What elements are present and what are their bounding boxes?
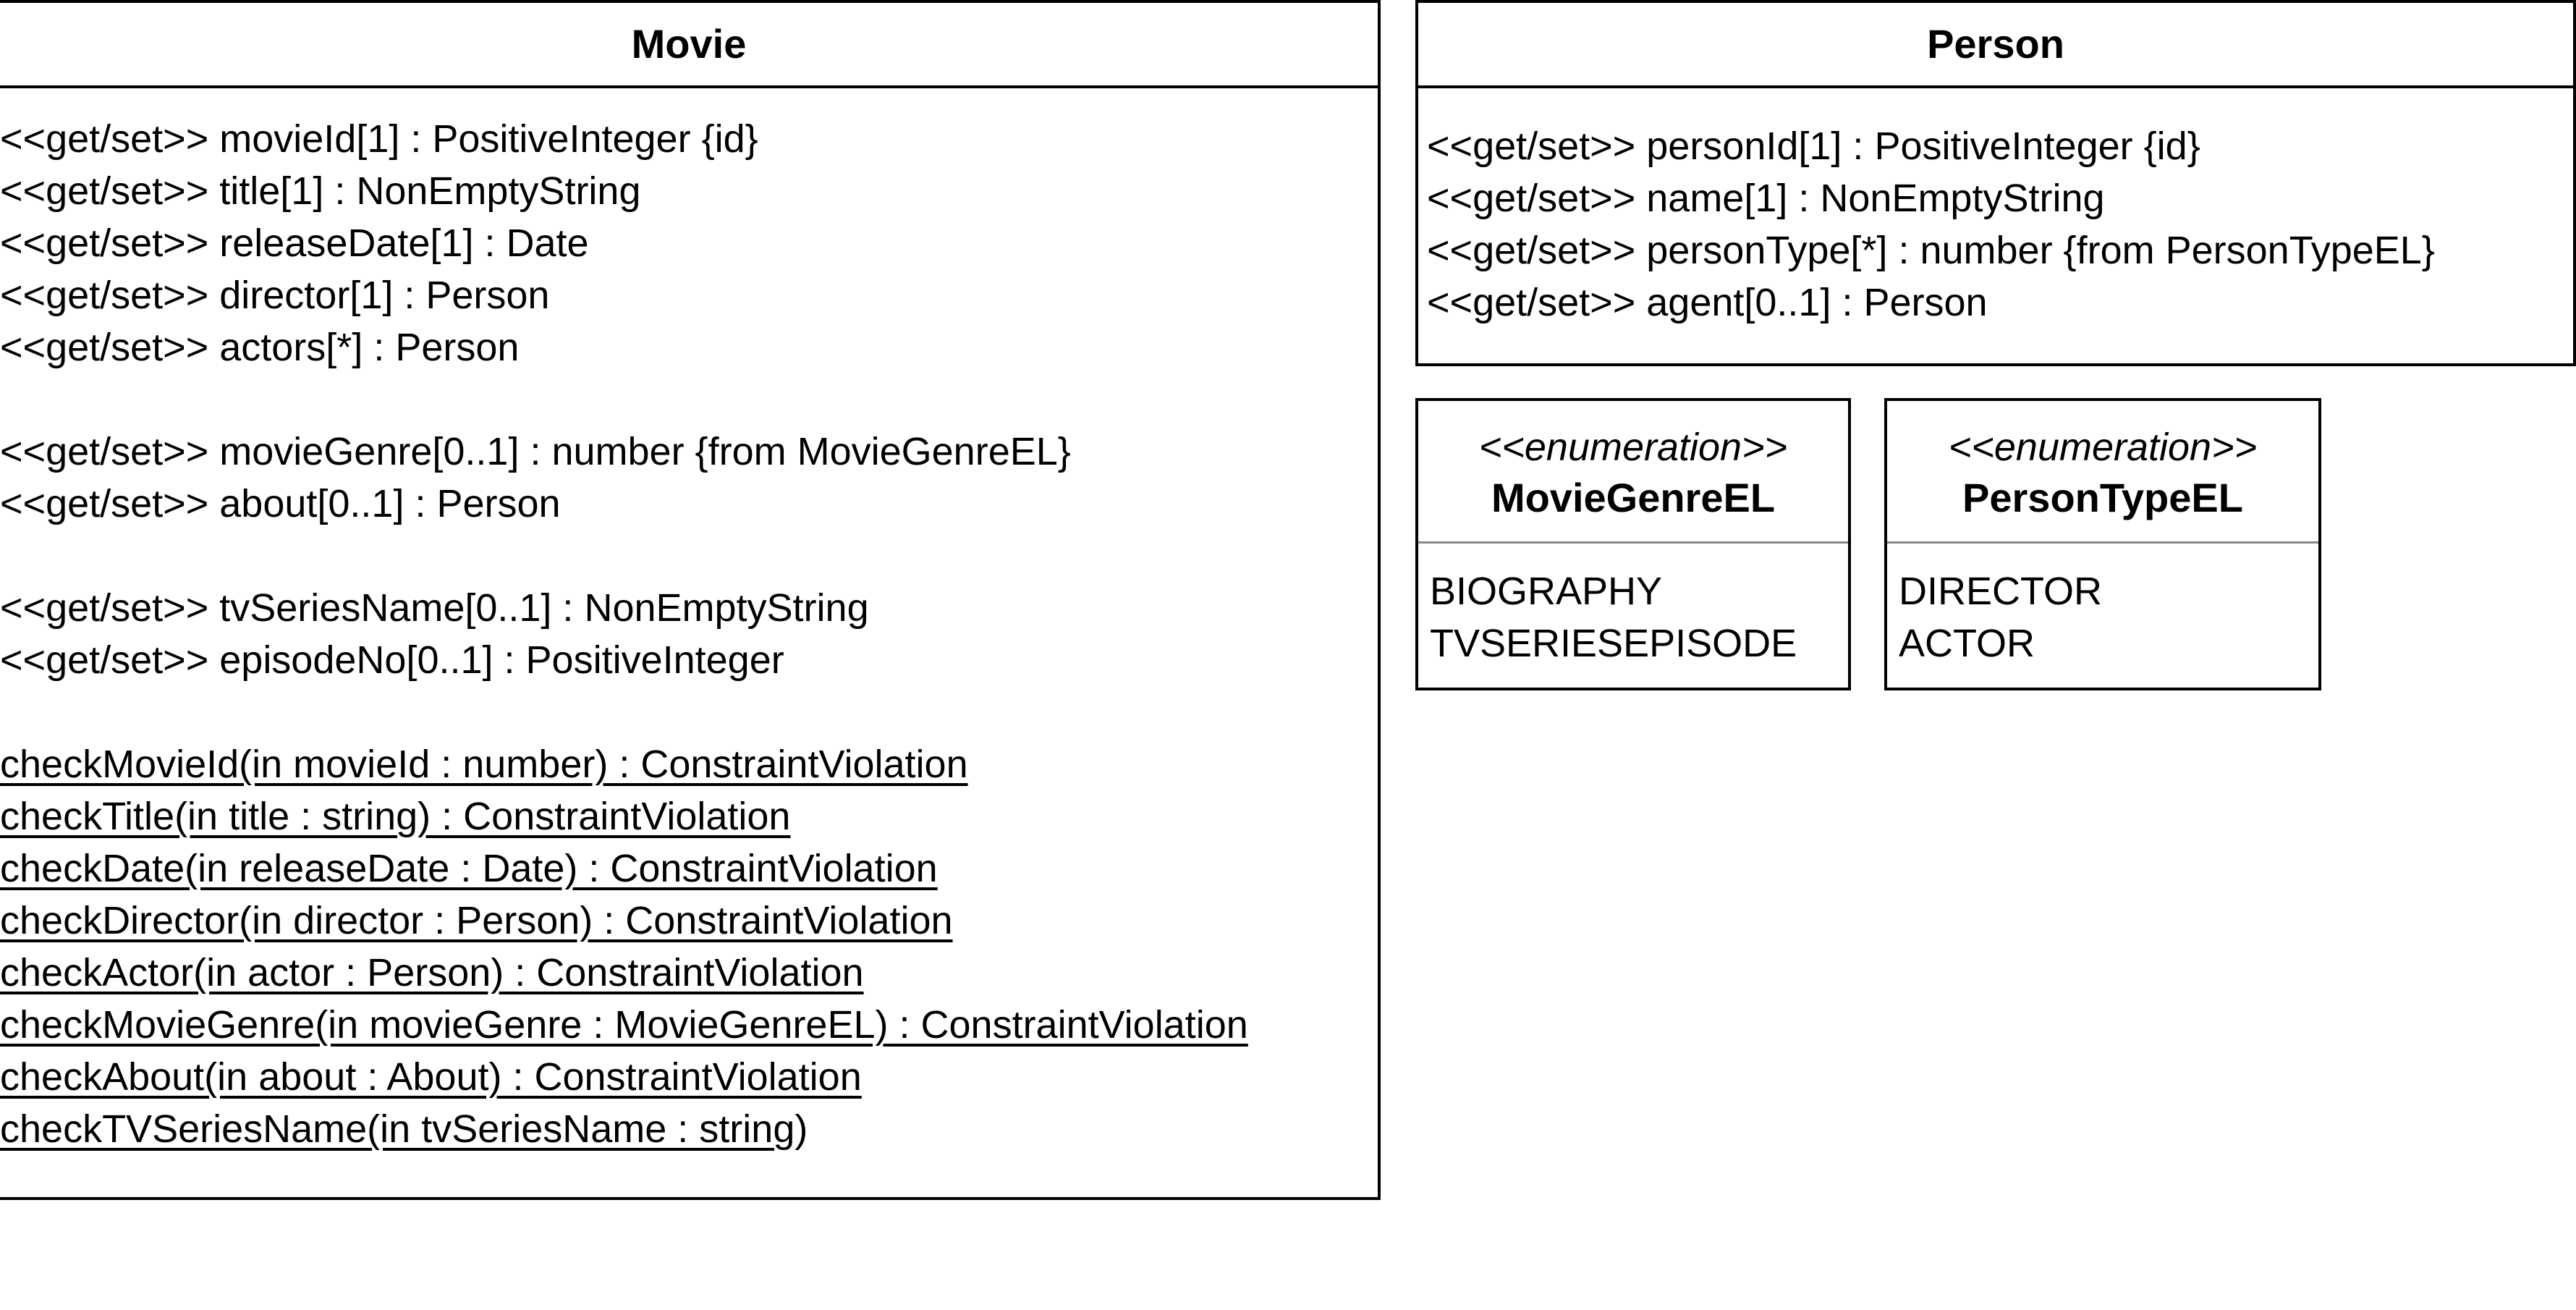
movie-operation: checkDirector(in director : Person) : Co… (0, 899, 953, 942)
enum-literal: BIOGRAPHY (1430, 570, 1663, 613)
person-attributes: <<get/set>> personId[1] : PositiveIntege… (1418, 85, 2573, 329)
movie-genre-literals: BIOGRAPHY TVSERIESEPISODE (1418, 541, 1848, 669)
person-class-header: Person (1418, 3, 2573, 85)
person-type-enum-name: PersonTypeEL (1962, 475, 2243, 520)
person-attribute: <<get/set>> agent[0..1] : Person (1427, 281, 1988, 324)
person-attribute: <<get/set>> name[1] : NonEmptyString (1427, 177, 2105, 220)
movie-genre-enum-name: MovieGenreEL (1491, 475, 1776, 520)
movie-operation: checkMovieGenre(in movieGenre : MovieGen… (0, 1003, 1248, 1047)
movie-attributes: <<get/set>> movieId[1] : PositiveInteger… (0, 85, 1378, 1155)
movie-attribute: <<get/set>> tvSeriesName[0..1] : NonEmpt… (0, 586, 869, 630)
movie-operation: checkMovieId(in movieId : number) : Cons… (0, 743, 968, 786)
movie-attribute: <<get/set>> actors[*] : Person (0, 326, 520, 369)
person-type-literals: DIRECTOR ACTOR (1887, 541, 2318, 669)
enum-literal: ACTOR (1899, 622, 2035, 665)
movie-class-name: Movie (631, 21, 747, 67)
movie-attribute: <<get/set>> about[0..1] : Person (0, 482, 561, 525)
movie-operation: checkTVSeriesName(in tvSeriesName : stri… (0, 1107, 808, 1151)
person-type-enum-header: <<enumeration>> PersonTypeEL (1887, 401, 2318, 541)
movie-genre-enum[interactable]: <<enumeration>> MovieGenreEL BIOGRAPHY T… (1415, 398, 1851, 690)
movie-attribute: <<get/set>> episodeNo[0..1] : PositiveIn… (0, 638, 784, 682)
movie-attribute: <<get/set>> title[1] : NonEmptyString (0, 169, 641, 213)
movie-class[interactable]: Movie <<get/set>> movieId[1] : PositiveI… (0, 0, 1381, 1200)
person-class[interactable]: Person <<get/set>> personId[1] : Positiv… (1415, 0, 2576, 366)
movie-operation: checkActor(in actor : Person) : Constrai… (0, 951, 864, 994)
person-attribute: <<get/set>> personId[1] : PositiveIntege… (1427, 124, 2200, 168)
enum-stereotype: <<enumeration>> (1478, 426, 1788, 469)
person-class-name: Person (1927, 21, 2064, 67)
movie-attribute: <<get/set>> director[1] : Person (0, 274, 550, 317)
movie-operation: checkAbout(in about : About) : Constrain… (0, 1055, 862, 1099)
person-type-enum[interactable]: <<enumeration>> PersonTypeEL DIRECTOR AC… (1884, 398, 2321, 690)
movie-attribute: <<get/set>> movieId[1] : PositiveInteger… (0, 117, 758, 161)
movie-genre-enum-header: <<enumeration>> MovieGenreEL (1418, 401, 1848, 541)
person-attribute: <<get/set>> personType[*] : number {from… (1427, 229, 2435, 272)
enum-literal: DIRECTOR (1899, 570, 2103, 613)
movie-attribute: <<get/set>> movieGenre[0..1] : number {f… (0, 430, 1071, 473)
movie-attribute: <<get/set>> releaseDate[1] : Date (0, 221, 589, 265)
enum-literal: TVSERIESEPISODE (1430, 622, 1797, 665)
movie-operation: checkTitle(in title : string) : Constrai… (0, 795, 791, 838)
enum-stereotype: <<enumeration>> (1948, 426, 2258, 469)
movie-operation: checkDate(in releaseDate : Date) : Const… (0, 847, 938, 890)
movie-class-header: Movie (0, 3, 1378, 85)
